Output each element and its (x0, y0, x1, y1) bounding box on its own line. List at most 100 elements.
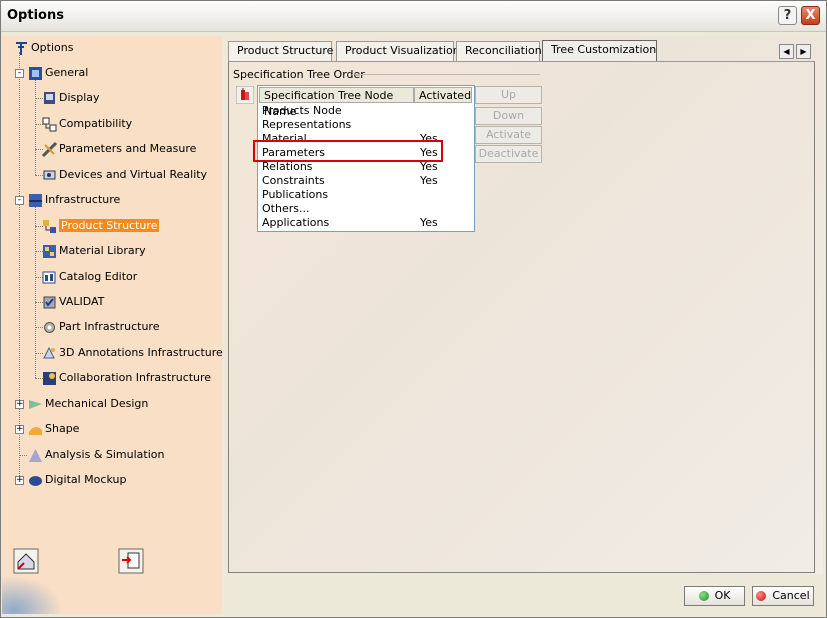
import-tool-icon (118, 548, 144, 574)
catalog-editor-icon (42, 270, 57, 285)
tree-item-infrastructure[interactable]: Infrastructure (28, 191, 120, 209)
row-name: Others... (262, 202, 310, 215)
ok-label: OK (714, 589, 731, 602)
mechanical-design-expand-toggle[interactable]: + (15, 400, 24, 409)
tree-item-label: Options (31, 41, 74, 54)
tree-item-label: Shape (45, 422, 80, 435)
tab-reconciliation[interactable]: Reconciliation (456, 41, 542, 61)
infrastructure-collapse-toggle[interactable]: - (15, 196, 24, 205)
tree-item-label: Mechanical Design (45, 397, 149, 410)
home-tool-icon (13, 548, 39, 574)
shape-icon (28, 422, 43, 437)
tab-product-structure[interactable]: Product Structure (228, 41, 333, 61)
ok-button[interactable]: OK (684, 586, 745, 606)
parameters-measure-icon (42, 141, 57, 157)
tree-item-collaboration-infrastructure[interactable]: Collaboration Infrastructure (42, 369, 211, 387)
row-activated: Yes (420, 174, 438, 187)
mechanical-design-icon (28, 397, 43, 412)
options-home-button[interactable] (13, 548, 39, 574)
cancel-icon (756, 591, 767, 601)
row-name: Publications (262, 188, 329, 201)
tree-item-compatibility[interactable]: Compatibility (42, 115, 132, 133)
tab-product-visualization[interactable]: Product Visualization (336, 41, 460, 61)
general-collapse-toggle[interactable]: - (15, 69, 24, 78)
row-name: Relations (262, 160, 313, 173)
tree-item-validat[interactable]: VALIDAT (42, 293, 104, 311)
tab-tree-customization[interactable]: Tree Customization (542, 40, 657, 62)
row-activated: Yes (420, 160, 438, 173)
display-icon (42, 91, 57, 106)
tree-item-product-structure[interactable]: Product Structure (42, 217, 160, 235)
close-button[interactable]: X (801, 6, 820, 25)
tree-item-label: VALIDAT (59, 295, 105, 308)
analysis-simulation-icon (28, 448, 43, 463)
tree-item-catalog-editor[interactable]: Catalog Editor (42, 268, 137, 286)
annotations-icon (42, 346, 57, 361)
tree-item-label: Part Infrastructure (59, 320, 160, 333)
column-header-activated[interactable]: Activated (414, 87, 472, 103)
tree-item-general[interactable]: General (28, 64, 88, 82)
tree-item-part-infrastructure[interactable]: Part Infrastructure (42, 318, 159, 336)
tab-scroll-right-button[interactable]: ▶ (796, 44, 811, 59)
parameters-row-highlight (253, 140, 443, 162)
tree-item-digital-mockup[interactable]: Digital Mockup (28, 471, 126, 489)
tree-item-options[interactable]: Options (14, 39, 73, 57)
options-root-icon (14, 41, 29, 56)
decorative-glow (2, 576, 62, 614)
down-button[interactable]: Down (475, 107, 542, 125)
digital-mockup-expand-toggle[interactable]: + (15, 476, 24, 485)
general-icon (28, 66, 43, 81)
table-header: Specification Tree Node Name Activated (258, 86, 474, 118)
tree-item-label: Material Library (59, 244, 146, 257)
tree-item-label: Devices and Virtual Reality (59, 168, 208, 181)
row-activated: Yes (420, 216, 438, 229)
window-title: Options (7, 8, 64, 23)
tree-item-label: Parameters and Measure (59, 142, 197, 155)
tree-line (35, 80, 36, 175)
deactivate-button[interactable]: Deactivate (475, 145, 542, 163)
options-import-button[interactable] (118, 548, 144, 574)
shape-expand-toggle[interactable]: + (15, 425, 24, 434)
compatibility-icon (42, 117, 57, 132)
part-infrastructure-icon (42, 320, 57, 335)
infrastructure-icon (28, 193, 43, 208)
tree-item-devices-and-virtual-reality[interactable]: Devices and Virtual Reality (42, 166, 207, 184)
cancel-button[interactable]: Cancel (752, 586, 814, 606)
devices-vr-icon (42, 168, 57, 183)
tree-item-label: Display (59, 91, 100, 104)
tree-item-label: Compatibility (59, 117, 133, 130)
tree-line (19, 52, 20, 480)
tree-item-label: Infrastructure (45, 193, 121, 206)
tree-item-3d-annotations-infrastructure[interactable]: 3D Annotations Infrastructure (42, 344, 223, 362)
tree-item-mechanical-design[interactable]: Mechanical Design (28, 395, 148, 413)
column-header-node-name[interactable]: Specification Tree Node Name (259, 87, 414, 118)
tree-item-display[interactable]: Display (42, 89, 100, 107)
tree-item-label: Product Structure (59, 219, 160, 232)
cancel-label: Cancel (772, 589, 810, 602)
help-button[interactable]: ? (778, 6, 797, 25)
tree-item-label: 3D Annotations Infrastructure (59, 346, 223, 359)
spec-tree-order-title: Specification Tree Order (233, 68, 365, 81)
spec-tree-corner-icon (235, 85, 255, 105)
activate-button[interactable]: Activate (475, 126, 542, 144)
material-library-icon (42, 244, 57, 259)
digital-mockup-icon (28, 473, 43, 488)
title-bar: Options ? X (1, 1, 826, 32)
product-structure-icon (42, 219, 57, 234)
tree-item-shape[interactable]: Shape (28, 420, 79, 438)
group-divider (352, 74, 540, 75)
tree-item-label: General (45, 66, 89, 79)
tree-item-analysis-and-simulation[interactable]: Analysis & Simulation (28, 446, 165, 464)
collaboration-icon (42, 371, 57, 386)
up-button[interactable]: Up (475, 86, 542, 104)
validat-icon (42, 295, 57, 310)
tree-line (19, 455, 27, 456)
row-name: Representations (262, 118, 352, 131)
tab-scroll-left-button[interactable]: ◀ (779, 44, 794, 59)
row-name: Constraints (262, 174, 325, 187)
tree-item-label: Collaboration Infrastructure (59, 371, 212, 384)
tree-item-material-library[interactable]: Material Library (42, 242, 146, 260)
row-name: Products Node (262, 104, 342, 117)
tree-item-parameters-and-measure[interactable]: Parameters and Measure (42, 140, 196, 158)
tree-item-label: Catalog Editor (59, 270, 138, 283)
